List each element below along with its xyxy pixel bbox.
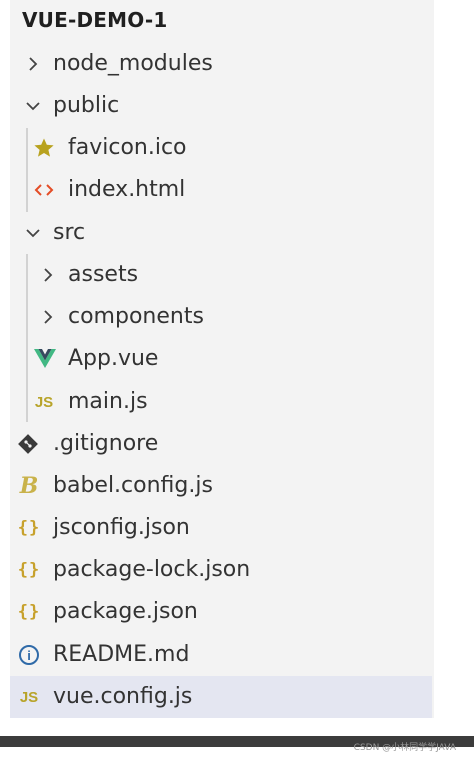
chevron-down-icon xyxy=(20,91,46,121)
babel-icon: B xyxy=(19,473,39,499)
json-icon: {} xyxy=(17,560,41,580)
tree-item-package-lock-json[interactable]: {} package-lock.json xyxy=(10,549,432,591)
chevron-down-icon xyxy=(20,218,46,248)
json-icon: {} xyxy=(17,602,41,622)
info-icon-glyph: i xyxy=(27,647,31,663)
tree-item-assets[interactable]: assets xyxy=(10,254,432,296)
tree-item-label: assets xyxy=(68,262,139,287)
js-icon: JS xyxy=(34,393,54,411)
tree-item-index-html[interactable]: index.html xyxy=(10,169,432,211)
tree-item-label: package.json xyxy=(53,599,198,624)
tree-item-label: App.vue xyxy=(68,346,159,371)
tree-item-app-vue[interactable]: App.vue xyxy=(10,338,432,380)
tree-item-src[interactable]: src xyxy=(10,212,432,254)
vue-icon xyxy=(32,344,58,374)
tree-item-label: vue.config.js xyxy=(53,684,193,709)
tree-item-label: index.html xyxy=(68,177,186,202)
tree-item-label: main.js xyxy=(68,389,148,414)
tree-item-label: src xyxy=(53,220,86,245)
tree-item-label: components xyxy=(68,304,204,329)
info-icon: i xyxy=(16,640,42,670)
tree-item-main-js[interactable]: JS main.js xyxy=(10,381,432,423)
chevron-right-icon xyxy=(20,49,46,79)
tree-item-label: babel.config.js xyxy=(53,473,213,498)
git-icon xyxy=(15,429,41,459)
tree-item-readme[interactable]: i README.md xyxy=(10,634,432,676)
tree-item-label: README.md xyxy=(53,642,190,667)
tree-item-label: package-lock.json xyxy=(53,557,251,582)
tree-item-components[interactable]: components xyxy=(10,296,432,338)
star-icon xyxy=(31,133,57,163)
chevron-right-icon xyxy=(35,302,61,332)
tree-item-favicon[interactable]: favicon.ico xyxy=(10,127,432,169)
watermark: CSDN @小林同学学JAVA xyxy=(353,743,456,753)
html-icon xyxy=(31,175,57,205)
tree-item-label: public xyxy=(53,93,120,118)
tree-item-babel-config[interactable]: B babel.config.js xyxy=(10,465,432,507)
chevron-right-icon xyxy=(35,260,61,290)
tree-item-label: node_modules xyxy=(53,51,213,76)
tree-item-label: .gitignore xyxy=(53,431,159,456)
tree-item-vue-config[interactable]: JS vue.config.js xyxy=(10,676,432,718)
tree-item-label: favicon.ico xyxy=(68,135,187,160)
tree-item-public[interactable]: public xyxy=(10,85,432,127)
tree-item-jsconfig-json[interactable]: {} jsconfig.json xyxy=(10,507,432,549)
explorer-root-title[interactable]: VUE-DEMO-1 xyxy=(22,8,167,32)
tree-item-node-modules[interactable]: node_modules xyxy=(10,43,432,85)
tree-item-gitignore[interactable]: .gitignore xyxy=(10,423,432,465)
tree-item-label: jsconfig.json xyxy=(53,515,190,540)
json-icon: {} xyxy=(17,518,41,538)
js-icon: JS xyxy=(19,688,39,706)
tree-item-package-json[interactable]: {} package.json xyxy=(10,591,432,633)
